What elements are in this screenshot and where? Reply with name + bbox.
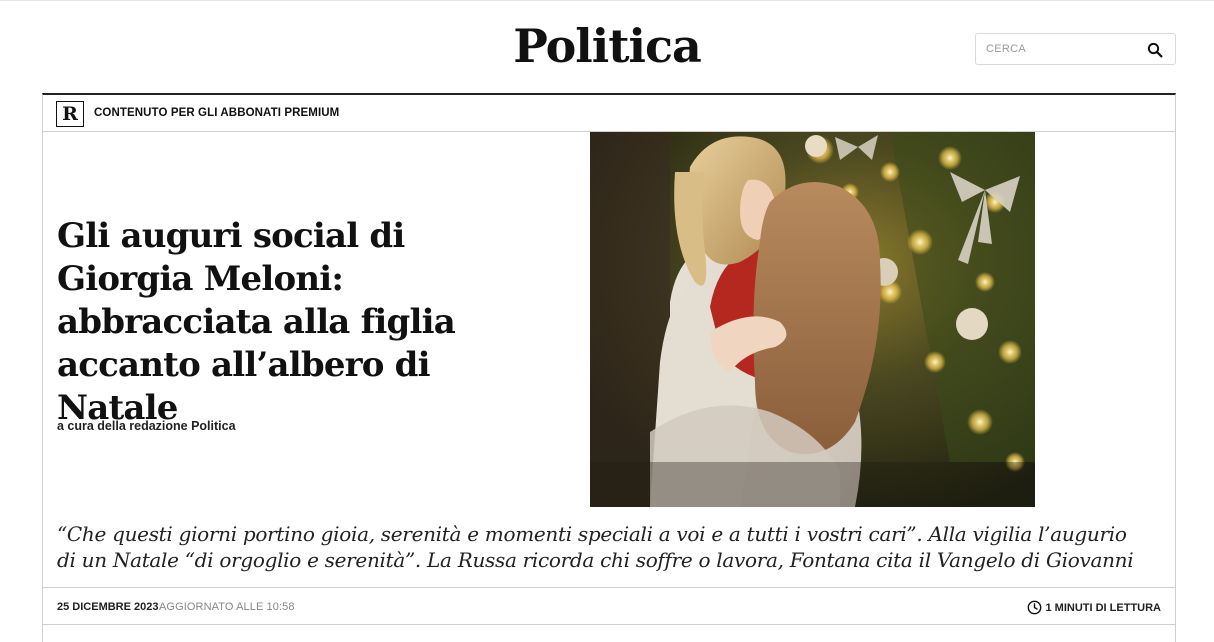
- clock-icon: [1027, 600, 1041, 615]
- article-summary: “Che questi giorni portino gioia, sereni…: [57, 522, 1134, 572]
- premium-label: CONTENUTO PER GLI ABBONATI PREMIUM: [94, 107, 340, 119]
- article-card[interactable]: R CONTENUTO PER GLI ABBONATI PREMIUM Gli…: [42, 93, 1176, 642]
- search-input[interactable]: [976, 34, 1136, 64]
- article-meta-bar: 25 DICEMBRE 2023 AGGIORNATO ALLE 10:58 1…: [43, 587, 1175, 625]
- top-divider: [0, 0, 1214, 1]
- article-photo[interactable]: [590, 132, 1035, 507]
- premium-bar: R CONTENUTO PER GLI ABBONATI PREMIUM: [43, 95, 1175, 132]
- updated-time: AGGIORNATO ALLE 10:58: [159, 601, 295, 613]
- reading-time-label: 1 MINUTI DI LETTURA: [1045, 601, 1162, 614]
- premium-logo-icon: R: [56, 101, 84, 127]
- photo-woman-hugging-child-icon: [590, 132, 1035, 507]
- search-box[interactable]: [975, 33, 1176, 65]
- article-byline: a cura della redazione Politica: [57, 419, 236, 433]
- reading-time: 1 MINUTI DI LETTURA: [1027, 600, 1162, 615]
- publish-date: 25 DICEMBRE 2023: [57, 601, 159, 613]
- article-headline[interactable]: Gli auguri social di Giorgia Meloni: abb…: [57, 215, 507, 430]
- search-icon[interactable]: [1146, 41, 1164, 59]
